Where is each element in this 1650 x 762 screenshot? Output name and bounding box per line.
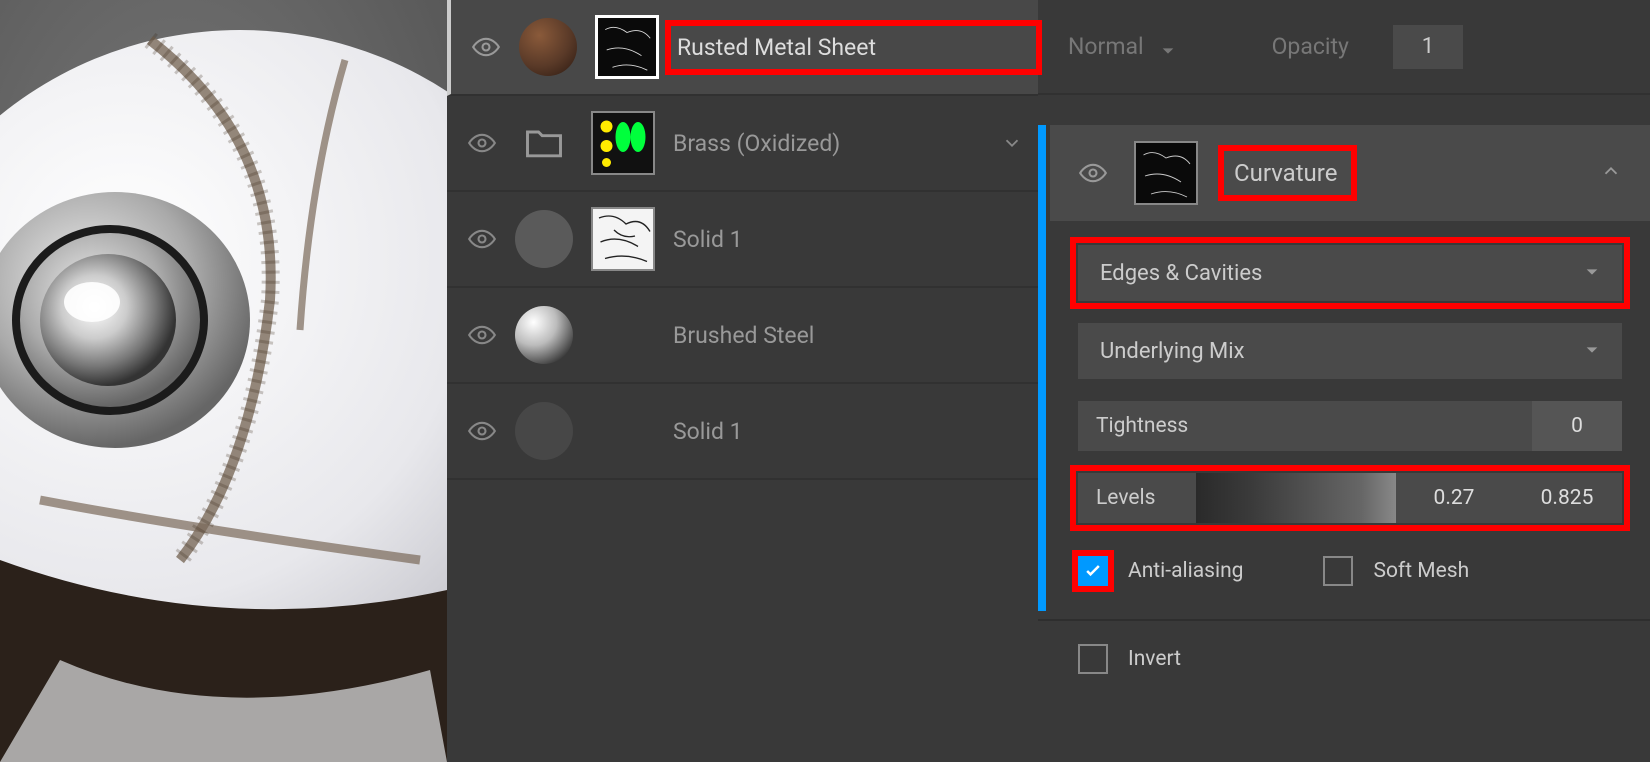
visibility-icon[interactable] — [467, 224, 497, 254]
curvature-mode-select[interactable]: Edges & Cavities — [1078, 245, 1622, 301]
layer-row-rusted-metal[interactable]: Rusted Metal Sheet — [447, 0, 1038, 96]
layer-row-brass-oxidized[interactable]: Brass (Oxidized) — [447, 96, 1038, 192]
levels-label: Levels — [1078, 473, 1188, 523]
anti-aliasing-checkbox[interactable] — [1078, 556, 1108, 586]
visibility-icon[interactable] — [467, 320, 497, 350]
layer-name-label[interactable]: Solid 1 — [673, 418, 1026, 445]
mask-thumb[interactable] — [595, 15, 659, 79]
chevron-up-icon[interactable] — [1600, 160, 1622, 186]
properties-panel: Normal Opacity 1 Curvature Edges & Cavit… — [1038, 0, 1650, 762]
levels-slider[interactable] — [1196, 473, 1396, 523]
underlying-mix-value: Underlying Mix — [1100, 339, 1244, 364]
material-thumb — [515, 210, 573, 268]
invert-row: Invert — [1078, 639, 1622, 679]
layer-panel: Rusted Metal Sheet Brass (Oxidized) Soli — [447, 0, 1038, 762]
levels-row[interactable]: Levels 0.27 0.825 — [1078, 473, 1622, 523]
invert-label: Invert — [1128, 647, 1181, 671]
blend-mode-value: Normal — [1068, 33, 1144, 60]
levels-low-value[interactable]: 0.27 — [1404, 473, 1504, 523]
levels-high-value[interactable]: 0.825 — [1512, 473, 1622, 523]
invert-checkbox[interactable] — [1078, 644, 1108, 674]
visibility-icon[interactable] — [467, 416, 497, 446]
curvature-mode-value: Edges & Cavities — [1100, 261, 1262, 286]
folder-icon — [515, 114, 573, 172]
visibility-icon[interactable] — [471, 32, 501, 62]
layer-name-label[interactable]: Brushed Steel — [673, 322, 1026, 349]
chevron-down-icon[interactable] — [998, 129, 1026, 157]
mask-thumb[interactable] — [591, 111, 655, 175]
dropdown-triangle-icon — [1160, 38, 1178, 56]
soft-mesh-checkbox[interactable] — [1323, 556, 1353, 586]
underlying-mix-select[interactable]: Underlying Mix — [1078, 323, 1622, 379]
generator-title: Curvature — [1224, 153, 1347, 193]
dropdown-triangle-icon — [1584, 261, 1600, 286]
material-thumb — [515, 402, 573, 460]
curvature-body: Edges & Cavities Underlying Mix Tightnes… — [1050, 245, 1650, 611]
visibility-icon[interactable] — [467, 128, 497, 158]
visibility-icon[interactable] — [1078, 158, 1108, 188]
tightness-row[interactable]: Tightness 0 — [1078, 401, 1622, 451]
curvature-section: Curvature Edges & Cavities Underlying Mi… — [1038, 125, 1650, 611]
material-thumb — [519, 18, 577, 76]
opacity-label: Opacity — [1272, 33, 1349, 60]
tightness-value[interactable]: 0 — [1532, 401, 1622, 451]
viewport-3d[interactable] — [0, 0, 447, 762]
curvature-header[interactable]: Curvature — [1050, 125, 1650, 221]
layer-name-label[interactable]: Rusted Metal Sheet — [677, 34, 1026, 61]
soft-mesh-label: Soft Mesh — [1373, 559, 1469, 583]
layer-blend-bar: Normal Opacity 1 — [1038, 0, 1650, 95]
material-thumb — [515, 306, 573, 364]
separator — [1038, 619, 1650, 621]
layer-row-solid-1a[interactable]: Solid 1 — [447, 192, 1038, 288]
dropdown-triangle-icon — [1584, 339, 1600, 364]
generator-thumb — [1134, 141, 1198, 205]
invert-section: Invert — [1050, 633, 1650, 699]
opacity-value-input[interactable]: 1 — [1393, 25, 1463, 69]
active-indicator — [1038, 125, 1046, 611]
toggle-row: Anti-aliasing Soft Mesh — [1078, 551, 1622, 591]
layer-row-solid-1b[interactable]: Solid 1 — [447, 384, 1038, 480]
mask-thumb[interactable] — [591, 207, 655, 271]
blend-mode-select[interactable]: Normal — [1068, 33, 1178, 60]
anti-aliasing-label: Anti-aliasing — [1128, 559, 1243, 583]
layer-name-label[interactable]: Solid 1 — [673, 226, 1026, 253]
layer-row-brushed-steel[interactable]: Brushed Steel — [447, 288, 1038, 384]
tightness-label: Tightness — [1078, 401, 1524, 451]
layer-name-label[interactable]: Brass (Oxidized) — [673, 130, 980, 157]
